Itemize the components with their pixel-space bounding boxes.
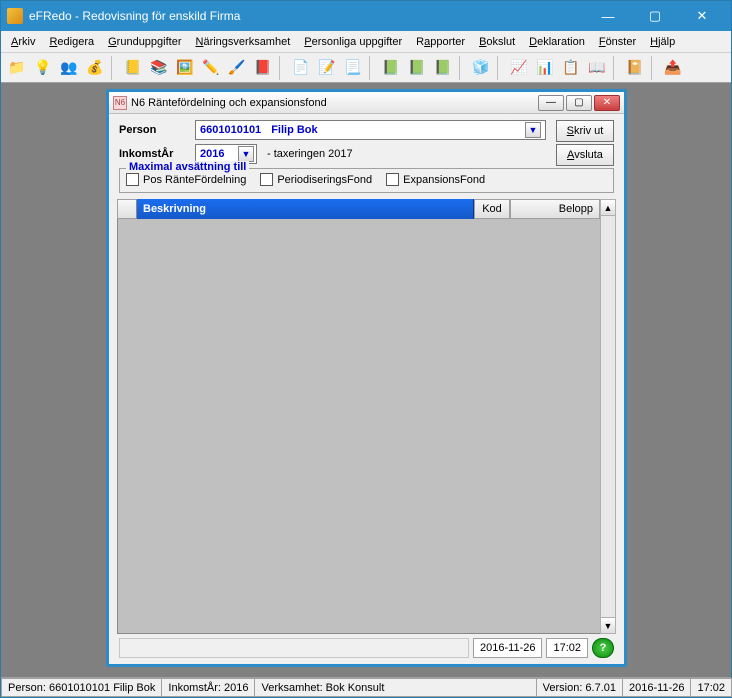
chk-periodiseringsfond[interactable]: PeriodiseringsFond (260, 173, 372, 186)
tool-folder-icon[interactable]: 📁 (5, 56, 29, 80)
help-button[interactable]: ? (592, 638, 614, 658)
app-icon (7, 8, 23, 24)
child-titlebar: N6 N6 Räntefördelning och expansionsfond… (109, 92, 624, 114)
menu-naringsverksamhet[interactable]: Näringsverksamhet (190, 34, 297, 50)
tool-green2-icon[interactable]: 📗 (405, 56, 429, 80)
checkbox-icon (260, 173, 273, 186)
status-inkomstar: InkomstÅr: 2016 (161, 678, 255, 697)
tool-chart2-icon[interactable]: 📊 (533, 56, 557, 80)
row-header-corner (117, 199, 137, 219)
grid-body[interactable] (117, 219, 600, 634)
child-close-button[interactable]: ✕ (594, 95, 620, 111)
main-statusbar: Person: 6601010101 Filip Bok InkomstÅr: … (1, 677, 731, 697)
child-maximize-button[interactable]: ▢ (566, 95, 592, 111)
grid: Beskrivning Kod Belopp ▲ ▼ (117, 199, 616, 634)
year-value: 2016 (200, 148, 224, 160)
taxering-text: - taxeringen 2017 (267, 148, 353, 160)
person-name: Filip Bok (271, 124, 317, 136)
tool-export-icon[interactable]: 📤 (661, 56, 685, 80)
tool-form2-icon[interactable]: 📝 (315, 56, 339, 80)
child-window: N6 N6 Räntefördelning och expansionsfond… (106, 89, 627, 667)
tool-pencil-icon[interactable]: ✏️ (199, 56, 223, 80)
menu-redigera[interactable]: Redigera (43, 34, 100, 50)
tool-users-icon[interactable]: 👥 (57, 56, 81, 80)
col-beskrivning[interactable]: Beskrivning (137, 199, 474, 219)
tool-book4-icon[interactable]: 📖 (585, 56, 609, 80)
chk-period-label: PeriodiseringsFond (277, 174, 372, 186)
main-window: eFRedo - Redovisning för enskild Firma —… (0, 0, 732, 698)
col-belopp[interactable]: Belopp (510, 199, 600, 219)
skrivut-button[interactable]: Skriv ut (556, 120, 614, 142)
tool-yellow-icon[interactable]: 📔 (623, 56, 647, 80)
child-statusbar: 2016-11-26 17:02 ? (113, 636, 620, 660)
year-label: InkomstÅr (119, 148, 191, 160)
menu-personliga[interactable]: Personliga uppgifter (298, 34, 408, 50)
mdi-area: N6 N6 Räntefördelning och expansionsfond… (1, 83, 731, 677)
status-person: Person: 6601010101 Filip Bok (1, 678, 162, 697)
tool-image-icon[interactable]: 🖼️ (173, 56, 197, 80)
max-avsattning-fieldset: Maximal avsättning till Pos RänteFördeln… (119, 168, 614, 193)
tool-form3-icon[interactable]: 📃 (341, 56, 365, 80)
chevron-down-icon: ▼ (238, 146, 254, 162)
maximize-button[interactable]: ▢ (632, 4, 678, 28)
menubar: Arkiv Redigera Grunduppgifter Näringsver… (1, 31, 731, 53)
tool-green1-icon[interactable]: 📗 (379, 56, 403, 80)
avsluta-button[interactable]: Avsluta (556, 144, 614, 166)
vertical-scrollbar[interactable]: ▲ ▼ (600, 199, 616, 634)
chk-pos-rantefordelning[interactable]: Pos RänteFördelning (126, 173, 246, 186)
main-titlebar: eFRedo - Redovisning för enskild Firma —… (1, 1, 731, 31)
chevron-down-icon: ▼ (525, 122, 541, 138)
tool-brush-icon[interactable]: 🖌️ (225, 56, 249, 80)
tool-cube-icon[interactable]: 🧊 (469, 56, 493, 80)
app-title: eFRedo - Redovisning för enskild Firma (29, 9, 585, 23)
person-id: 6601010101 (200, 124, 261, 136)
tool-chart1-icon[interactable]: 📈 (507, 56, 531, 80)
child-status-date: 2016-11-26 (473, 638, 542, 658)
tool-bulb-icon[interactable]: 💡 (31, 56, 55, 80)
grid-header: Beskrivning Kod Belopp (117, 199, 600, 219)
scroll-down-button[interactable]: ▼ (601, 617, 615, 633)
menu-bokslut[interactable]: Bokslut (473, 34, 521, 50)
tool-ledger-icon[interactable]: 📋 (559, 56, 583, 80)
menu-arkiv[interactable]: Arkiv (5, 34, 41, 50)
status-date: 2016-11-26 (622, 678, 691, 697)
status-time: 17:02 (690, 678, 732, 697)
minimize-button[interactable]: — (585, 4, 631, 28)
checkbox-icon (126, 173, 139, 186)
tool-book1-icon[interactable]: 📒 (121, 56, 145, 80)
menu-deklaration[interactable]: Deklaration (523, 34, 591, 50)
menu-grunduppgifter[interactable]: Grunduppgifter (102, 34, 187, 50)
tool-form1-icon[interactable]: 📄 (289, 56, 313, 80)
child-minimize-button[interactable]: — (538, 95, 564, 111)
toolbar: 📁 💡 👥 💰 📒 📚 🖼️ ✏️ 🖌️ 📕 📄 📝 📃 📗 📗 📗 🧊 📈 📊… (1, 53, 731, 83)
person-label: Person (119, 124, 191, 136)
tool-bag-icon[interactable]: 💰 (83, 56, 107, 80)
menu-hjalp[interactable]: Hjälp (644, 34, 681, 50)
menu-rapporter[interactable]: Rapporter (410, 34, 471, 50)
chk-expansion-label: ExpansionsFond (403, 174, 485, 186)
status-version: Version: 6.7.01 (536, 678, 623, 697)
person-combo[interactable]: 6601010101 Filip Bok ▼ (195, 120, 546, 140)
chk-pos-label: Pos RänteFördelning (143, 174, 246, 186)
tool-green3-icon[interactable]: 📗 (431, 56, 455, 80)
checkbox-icon (386, 173, 399, 186)
child-body: Person 6601010101 Filip Bok ▼ InkomstÅr … (109, 114, 624, 664)
chk-expansionsfond[interactable]: ExpansionsFond (386, 173, 485, 186)
fieldset-legend: Maximal avsättning till (126, 161, 249, 173)
status-verksamhet: Verksamhet: Bok Konsult (254, 678, 536, 697)
scroll-up-button[interactable]: ▲ (601, 200, 615, 216)
child-icon: N6 (113, 96, 127, 110)
child-status-time: 17:02 (546, 638, 588, 658)
child-title: N6 Räntefördelning och expansionsfond (131, 97, 534, 109)
close-button[interactable]: ✕ (679, 4, 725, 28)
child-status-spacer (119, 638, 469, 658)
tool-book3-icon[interactable]: 📕 (251, 56, 275, 80)
col-kod[interactable]: Kod (474, 199, 510, 219)
tool-books-icon[interactable]: 📚 (147, 56, 171, 80)
menu-fonster[interactable]: Fönster (593, 34, 642, 50)
